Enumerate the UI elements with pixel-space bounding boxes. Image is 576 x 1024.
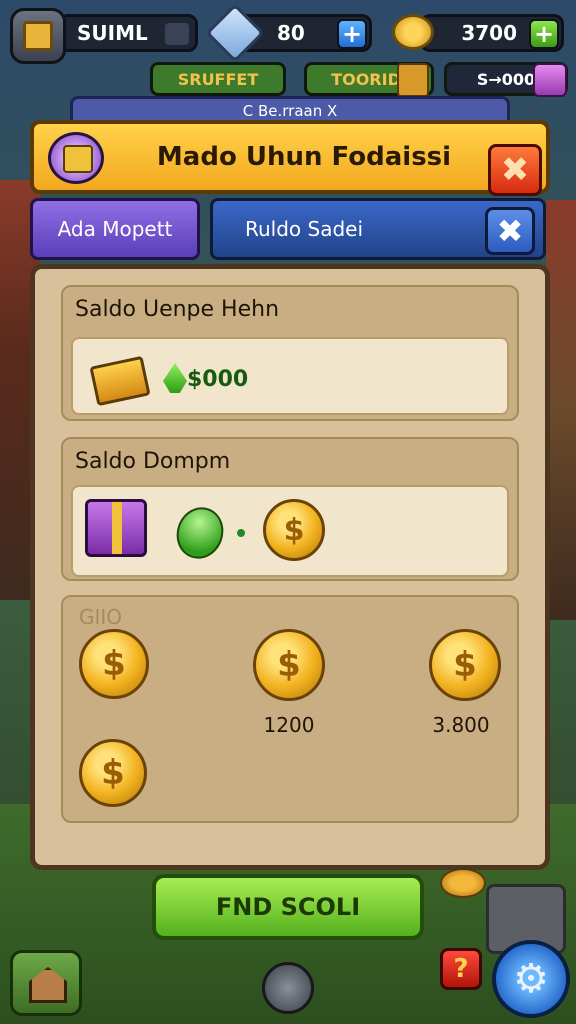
tab-ada-mopett-label: Ada Mopett [57,217,173,241]
shop-chip-label: SRUFFET [177,69,259,89]
coin-icon: $ [263,499,325,561]
section-two-label: Saldo Dompm [75,449,231,474]
section-reward-one: Saldo Uenpe Hehn $000 [61,285,519,421]
close-icon: ✖ [500,150,530,190]
gems-value: 80 [277,21,305,45]
player-name-bar[interactable]: SUIML [58,14,198,52]
purple-gem-icon [533,63,567,97]
mid-chip-label: TOORIDI [331,69,407,89]
gold-chest-icon [89,355,151,407]
mid-chip[interactable]: TOORIDI [304,62,434,97]
coin-grid-section: GIIO $ $ $ 1200 3.800 $ [61,595,519,823]
shop-chip[interactable]: SRUFFET [150,62,286,96]
tab-ruldo-sadei[interactable]: Ruldo Sadei ✖ [210,198,546,260]
coins-value: 3700 [461,21,517,45]
tab-ada-mopett[interactable]: Ada Mopett [30,198,200,260]
crate-icon [23,21,53,51]
help-button[interactable]: ? [440,948,482,990]
close-dialog-button[interactable]: ✖ [488,144,542,196]
home-button[interactable] [10,950,82,1016]
close-tab-button[interactable]: ✖ [485,207,535,255]
separator-dot [237,529,245,537]
purple-chest-icon [85,499,147,557]
dialog-panel: Saldo Uenpe Hehn $000 Saldo Dompm $ GIIO… [30,264,550,870]
reward-slot-two[interactable]: $ [71,485,509,577]
reward-amount: $000 [187,367,249,392]
tab-ruldo-sadei-label: Ruldo Sadei [245,217,364,241]
reward-dialog: С Be.rraan Х Mado Uhun Fodaissi ✖ Ada Mo… [30,96,550,872]
coin-grid-label: GIIO [79,605,123,629]
compass-icon[interactable] [262,962,314,1014]
settings-button[interactable]: ⚙ [492,940,570,1018]
badge-icon [48,132,104,184]
player-avatar[interactable] [10,8,66,64]
coin-icon[interactable]: $ [429,629,501,701]
reward-slot-one[interactable]: $000 [71,337,509,415]
background-house-right [546,200,576,620]
find-button-label: FND SCOLI [215,893,361,921]
gem-icon [205,3,265,63]
add-gems-button[interactable]: + [337,19,367,49]
home-icon [29,967,67,1003]
gear-icon: ⚙ [513,956,549,1002]
coins-counter: 3700 + [420,14,564,52]
menu-square-icon [165,23,189,45]
coin-amount-one: 1200 [263,713,315,737]
section-one-label: Saldo Uenpe Hehn [75,297,280,322]
coin-icon[interactable]: $ [79,629,149,699]
resource-chip[interactable]: S→000 [444,62,568,97]
dialog-title: Mado Uhun Fodaissi [156,142,452,172]
dialog-tabs: Ada Mopett Ruldo Sadei ✖ [30,198,550,264]
section-reward-two: Saldo Dompm $ [61,437,519,581]
coin-icon [392,14,434,50]
coin-amount-two: 3.800 [432,713,490,737]
question-icon: ? [453,954,469,984]
close-icon: ✖ [496,212,524,250]
dialog-top-tab-label: С Be.rraan Х [242,102,338,120]
player-name: SUIML [77,21,148,45]
top-hud: SUIML 80 + 3700 + [0,3,576,64]
green-gem-icon [169,500,231,566]
coin-icon[interactable]: $ [79,739,147,807]
dialog-title-bar: Mado Uhun Fodaissi ✖ [30,120,550,196]
resource-chip-label: S→000 [476,69,536,89]
add-coins-button[interactable]: + [529,19,559,49]
background-coin-pile [440,868,486,898]
find-button[interactable]: FND SCOLI [152,874,424,940]
lock-icon [397,63,429,97]
green-gem-icon [163,363,187,393]
coin-icon[interactable]: $ [253,629,325,701]
